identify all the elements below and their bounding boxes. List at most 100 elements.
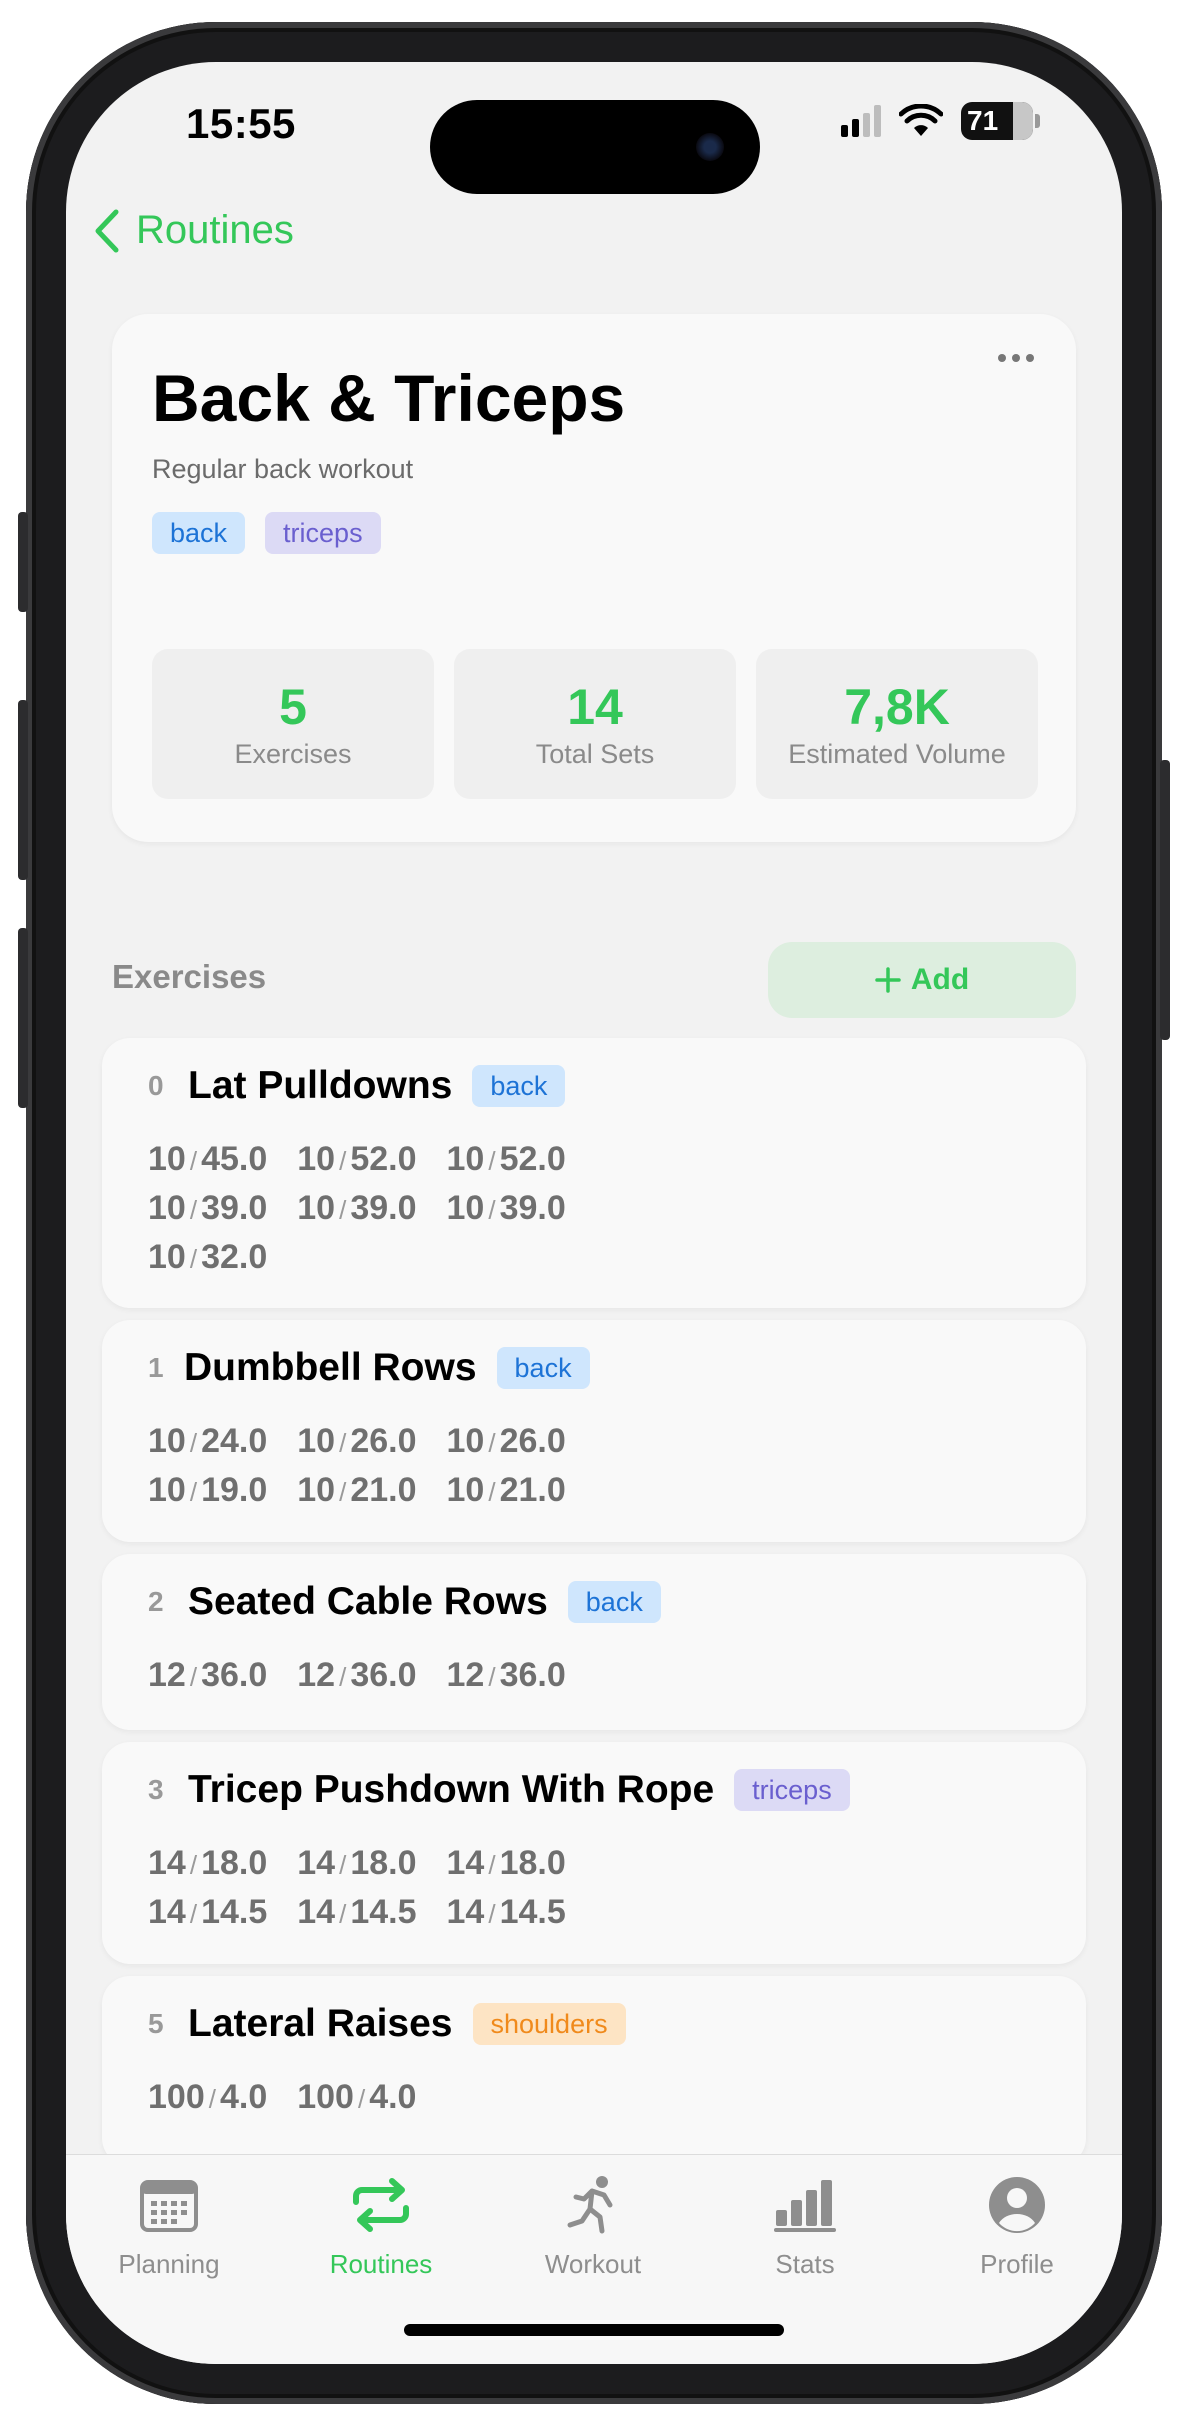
exercise-tag: back (496, 1347, 590, 1389)
wifi-icon (899, 104, 943, 136)
set-entry: 10/39.0 (148, 1189, 268, 1227)
set-entry: 10/19.0 (148, 1471, 268, 1509)
exercise-tag: shoulders (472, 2003, 626, 2045)
set-entry: 10/45.0 (148, 1140, 268, 1178)
tab-workout[interactable]: Workout (513, 2175, 673, 2280)
set-entry: 14/18.0 (148, 1844, 268, 1882)
exercise-card[interactable]: 1 Dumbbell Rows back 10/24.0 10/26.0 10/… (102, 1320, 1086, 1542)
bar-chart-icon (774, 2180, 836, 2232)
running-icon (567, 2176, 613, 2234)
status-indicators: 71 (841, 102, 1040, 140)
tab-label: Stats (775, 2249, 835, 2279)
power-button (1160, 760, 1170, 1040)
stat-value: 14 (567, 678, 623, 735)
exercise-tag: back (567, 1581, 661, 1623)
exercise-index: 3 (148, 1774, 164, 1805)
exercise-card[interactable]: 2 Seated Cable Rows back 12/36.0 12/36.0… (102, 1554, 1086, 1730)
battery-level: 71 (967, 105, 999, 136)
routine-title: Back & Triceps (152, 361, 626, 435)
routine-tags: back triceps (152, 512, 381, 554)
set-entry: 10/26.0 (297, 1422, 417, 1460)
stat-label: Estimated Volume (788, 738, 1006, 769)
tab-stats[interactable]: Stats (725, 2175, 885, 2280)
repeat-icon (353, 2178, 409, 2232)
set-entry: 14/14.5 (148, 1893, 268, 1931)
tab-label: Routines (329, 2249, 433, 2279)
volume-up-button (18, 700, 28, 880)
camera-icon (696, 133, 724, 161)
stat-exercises: 5 Exercises (152, 649, 434, 799)
exercise-name: Lateral Raises (188, 2002, 453, 2045)
action-button (18, 512, 28, 612)
add-exercise-button[interactable]: Add (768, 942, 1076, 1018)
chevron-left-icon (95, 209, 119, 252)
exercise-card[interactable]: 0 Lat Pulldowns back 10/45.0 10/52.0 10/… (102, 1038, 1086, 1308)
tab-label: Planning (118, 2249, 220, 2279)
set-entry: 14/18.0 (446, 1844, 566, 1882)
set-entry: 12/36.0 (148, 1656, 268, 1694)
set-entry: 10/21.0 (297, 1471, 417, 1509)
exercises-section-title: Exercises (112, 958, 267, 995)
exercise-index: 0 (148, 1070, 164, 1101)
routine-stats: 5 Exercises 14 Total Sets 7,8K Estimated… (152, 649, 1038, 799)
exercise-name: Lat Pulldowns (188, 1064, 453, 1107)
set-entry: 10/24.0 (148, 1422, 268, 1460)
routine-description: Regular back workout (152, 454, 414, 484)
exercise-tag: triceps (734, 1769, 850, 1811)
exercise-name: Seated Cable Rows (188, 1580, 548, 1623)
plus-icon (875, 967, 901, 993)
add-button-label: Add (910, 963, 970, 996)
set-entry: 10/32.0 (148, 1238, 268, 1276)
set-entry: 12/36.0 (446, 1656, 566, 1694)
status-time: 15:55 (186, 100, 296, 147)
exercise-name: Dumbbell Rows (184, 1346, 477, 1389)
tag-triceps: triceps (265, 512, 381, 554)
exercise-index: 2 (148, 1586, 164, 1617)
exercise-card[interactable]: 5 Lateral Raises shoulders 100/4.0 100/4… (102, 1976, 1086, 2166)
set-entry: 100/4.0 (297, 2078, 417, 2116)
more-options-icon[interactable] (998, 354, 1034, 362)
set-entry: 14/14.5 (446, 1893, 566, 1931)
set-entry: 100/4.0 (148, 2078, 268, 2116)
stat-value: 5 (279, 678, 307, 735)
screen: 15:55 71 Routines Back & Triceps Regular… (66, 62, 1122, 2364)
exercise-sets: 12/36.0 12/36.0 12/36.0 (148, 1656, 566, 1695)
set-entry: 10/39.0 (446, 1189, 566, 1227)
exercise-index: 1 (148, 1352, 164, 1383)
back-label: Routines (136, 208, 294, 252)
set-entry: 14/18.0 (297, 1844, 417, 1882)
set-entry: 10/52.0 (446, 1140, 566, 1178)
exercise-index: 5 (148, 2008, 164, 2039)
cellular-signal-icon (841, 105, 881, 137)
home-indicator[interactable] (404, 2324, 784, 2336)
person-icon (989, 2177, 1045, 2233)
exercise-sets: 14/18.0 14/18.0 14/18.0 14/14.5 14/14.5 … (148, 1844, 566, 1932)
exercise-tag: back (472, 1065, 566, 1107)
tab-label: Profile (980, 2249, 1054, 2279)
set-entry: 10/52.0 (297, 1140, 417, 1178)
dynamic-island (430, 100, 760, 194)
stat-estimated-volume: 7,8K Estimated Volume (756, 649, 1038, 799)
stat-label: Total Sets (535, 738, 655, 769)
set-entry: 14/14.5 (297, 1893, 417, 1931)
set-entry: 10/26.0 (446, 1422, 566, 1460)
exercise-sets: 10/24.0 10/26.0 10/26.0 10/19.0 10/21.0 … (148, 1422, 566, 1510)
tab-routines[interactable]: Routines (301, 2175, 461, 2280)
exercise-card[interactable]: 3 Tricep Pushdown With Rope triceps 14/1… (102, 1742, 1086, 1964)
tab-planning[interactable]: Planning (89, 2175, 249, 2280)
tab-label: Workout (544, 2249, 642, 2279)
exercise-sets: 10/45.0 10/52.0 10/52.0 10/39.0 10/39.0 … (148, 1140, 566, 1277)
set-entry: 12/36.0 (297, 1656, 417, 1694)
stat-value: 7,8K (844, 678, 950, 735)
stat-label: Exercises (234, 738, 352, 769)
set-entry: 10/39.0 (297, 1189, 417, 1227)
battery-icon: 71 (961, 102, 1033, 140)
set-entry: 10/21.0 (446, 1471, 566, 1509)
tag-back: back (152, 512, 246, 554)
tab-profile[interactable]: Profile (937, 2175, 1097, 2280)
back-button[interactable]: Routines (94, 208, 294, 253)
stat-total-sets: 14 Total Sets (454, 649, 736, 799)
routine-summary-card: Back & Triceps Regular back workout back… (112, 314, 1076, 842)
exercise-name: Tricep Pushdown With Rope (188, 1768, 715, 1811)
calendar-icon (140, 2180, 198, 2232)
